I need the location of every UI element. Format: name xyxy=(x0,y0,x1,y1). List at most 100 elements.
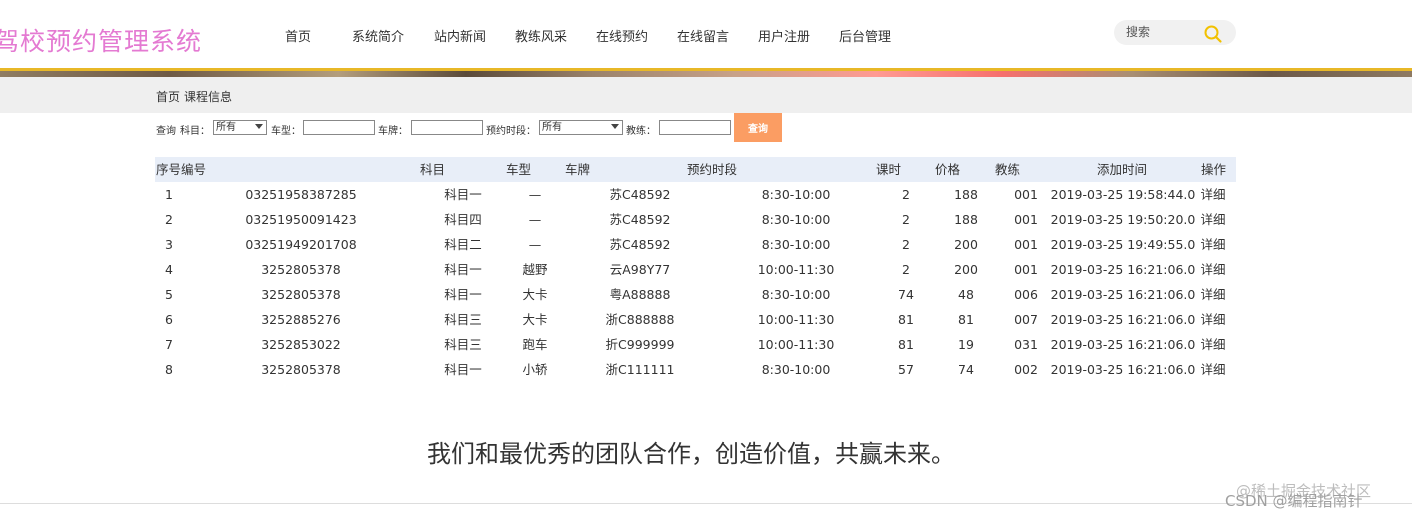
cell-price: 200 xyxy=(954,237,978,252)
cell-slot: 8:30-10:00 xyxy=(761,287,831,302)
col-header-subject: 科目 xyxy=(420,162,446,177)
breadcrumb-bar: 首页 课程信息 xyxy=(0,77,1412,113)
nav-register[interactable]: 用户注册 xyxy=(758,26,810,45)
cell-index: 1 xyxy=(165,187,173,202)
coach-input[interactable] xyxy=(659,120,731,135)
car-type-input[interactable] xyxy=(303,120,375,135)
cell-code: 03251958387285 xyxy=(245,187,357,202)
cell-added: 2019-03-25 16:21:06.0 xyxy=(1050,262,1196,277)
cell-car-type: 大卡 xyxy=(522,312,548,327)
detail-link[interactable]: 详细 xyxy=(1200,232,1225,257)
cell-subject: 科目一 xyxy=(444,262,482,277)
cell-plate: 粤A88888 xyxy=(609,287,671,302)
cell-hours: 74 xyxy=(898,287,914,302)
table-row: 7 3252853022 科目三 跑车 折C999999 10:00-11:30… xyxy=(155,332,1236,357)
cell-slot: 10:00-11:30 xyxy=(757,337,835,352)
col-header-code: 序号编号 xyxy=(156,162,207,177)
cell-added: 2019-03-25 19:49:55.0 xyxy=(1050,237,1196,252)
search-icon[interactable] xyxy=(1203,24,1223,44)
table-row: 4 3252805378 科目一 越野 云A98Y77 10:00-11:30 … xyxy=(155,257,1236,282)
nav-coaches[interactable]: 教练风采 xyxy=(515,26,567,45)
plate-input[interactable] xyxy=(411,120,483,135)
cell-subject: 科目三 xyxy=(444,337,482,352)
cell-code: 3252805378 xyxy=(261,262,341,277)
cell-code: 3252805378 xyxy=(261,362,341,377)
cell-price: 48 xyxy=(958,287,974,302)
cell-car-type: 大卡 xyxy=(522,287,548,302)
cell-index: 2 xyxy=(165,212,173,227)
query-label: 查询 xyxy=(156,126,176,137)
cell-price: 188 xyxy=(954,187,978,202)
col-header-action: 操作 xyxy=(1201,162,1227,177)
table-header: 序号编号 科目 车型 车牌 预约时段 课时 价格 教练 添加时间 操作 xyxy=(155,157,1236,182)
detail-link[interactable]: 详细 xyxy=(1200,307,1225,332)
slot-select-value: 所有 xyxy=(542,122,562,133)
cell-slot: 8:30-10:00 xyxy=(761,187,831,202)
cell-hours: 81 xyxy=(898,312,914,327)
col-header-hours: 课时 xyxy=(876,162,902,177)
cell-code: 03251949201708 xyxy=(245,237,357,252)
slot-select[interactable]: 所有 xyxy=(539,120,623,135)
cell-slot: 10:00-11:30 xyxy=(757,262,835,277)
slot-label: 预约时段： xyxy=(486,126,536,137)
cell-added: 2019-03-25 19:50:20.0 xyxy=(1050,212,1196,227)
detail-link[interactable]: 详细 xyxy=(1200,357,1225,382)
table-row: 8 3252805378 科目一 小轿 浙C111111 8:30-10:00 … xyxy=(155,357,1236,382)
detail-link[interactable]: 详细 xyxy=(1200,182,1225,207)
nav-messages[interactable]: 在线留言 xyxy=(677,26,729,45)
cell-index: 7 xyxy=(165,337,173,352)
detail-link[interactable]: 详细 xyxy=(1200,257,1225,282)
cell-hours: 2 xyxy=(902,212,910,227)
cell-index: 8 xyxy=(165,362,173,377)
cell-car-type: — xyxy=(528,237,542,252)
col-header-plate: 车牌 xyxy=(565,162,591,177)
cell-index: 3 xyxy=(165,237,173,252)
subject-select-value: 所有 xyxy=(216,122,236,133)
cell-price: 188 xyxy=(954,212,978,227)
col-header-slot: 预约时段 xyxy=(687,162,738,177)
cell-slot: 8:30-10:00 xyxy=(761,212,831,227)
subject-select[interactable]: 所有 xyxy=(213,120,267,135)
chevron-down-icon xyxy=(255,124,263,129)
cell-hours: 2 xyxy=(902,262,910,277)
detail-link[interactable]: 详细 xyxy=(1200,282,1225,307)
cell-car-type: — xyxy=(528,187,542,202)
plate-label: 车牌： xyxy=(378,126,408,137)
cell-price: 19 xyxy=(958,337,974,352)
cell-price: 200 xyxy=(954,262,978,277)
car-type-label: 车型： xyxy=(271,126,301,137)
cell-plate: 浙C111111 xyxy=(605,362,675,377)
cell-added: 2019-03-25 16:21:06.0 xyxy=(1050,287,1196,302)
cell-subject: 科目四 xyxy=(444,212,482,227)
cell-coach: 001 xyxy=(1014,262,1038,277)
cell-code: 3252805378 xyxy=(261,287,341,302)
cell-subject: 科目二 xyxy=(444,237,482,252)
detail-link[interactable]: 详细 xyxy=(1200,207,1225,232)
nav-about[interactable]: 系统简介 xyxy=(352,26,404,45)
site-logo[interactable]: 驾校预约管理系统 xyxy=(0,22,202,58)
nav-news[interactable]: 站内新闻 xyxy=(434,26,486,45)
cell-car-type: 跑车 xyxy=(522,337,548,352)
breadcrumb-home[interactable]: 首页 xyxy=(156,90,180,104)
cell-plate: 苏C48592 xyxy=(609,237,671,252)
nav-admin[interactable]: 后台管理 xyxy=(839,26,891,45)
cell-index: 5 xyxy=(165,287,173,302)
nav-booking[interactable]: 在线预约 xyxy=(596,26,648,45)
cell-hours: 81 xyxy=(898,337,914,352)
cell-price: 81 xyxy=(958,312,974,327)
col-header-coach: 教练 xyxy=(995,162,1021,177)
cell-coach: 031 xyxy=(1014,337,1038,352)
cell-coach: 001 xyxy=(1014,212,1038,227)
cell-slot: 8:30-10:00 xyxy=(761,362,831,377)
cell-index: 4 xyxy=(165,262,173,277)
nav-home[interactable]: 首页 xyxy=(285,26,311,45)
cell-car-type: 越野 xyxy=(522,262,548,277)
detail-link[interactable]: 详细 xyxy=(1200,332,1225,357)
cell-coach: 007 xyxy=(1014,312,1038,327)
cell-plate: 浙C888888 xyxy=(605,312,675,327)
cell-plate: 云A98Y77 xyxy=(609,262,671,277)
cell-code: 3252853022 xyxy=(261,337,341,352)
query-button[interactable]: 查询 xyxy=(734,113,782,142)
cell-coach: 001 xyxy=(1014,187,1038,202)
search-input[interactable] xyxy=(1126,23,1202,41)
